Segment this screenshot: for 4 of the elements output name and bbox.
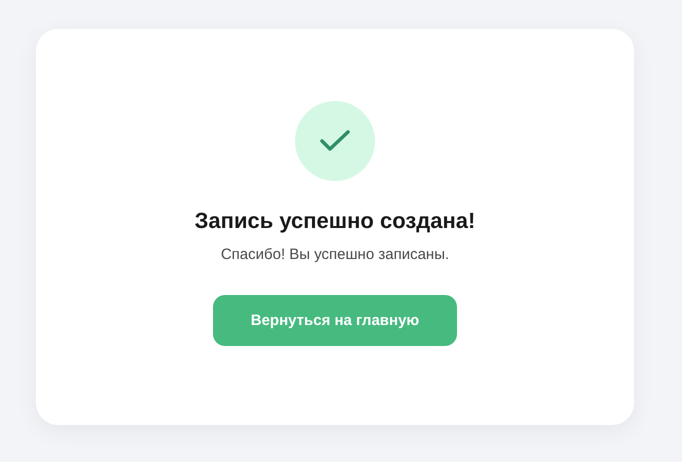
success-title: Запись успешно создана! [194,208,476,234]
home-button[interactable]: Вернуться на главную [213,295,457,346]
success-message: Спасибо! Вы успешно записаны. [220,246,450,263]
check-icon [319,129,351,153]
